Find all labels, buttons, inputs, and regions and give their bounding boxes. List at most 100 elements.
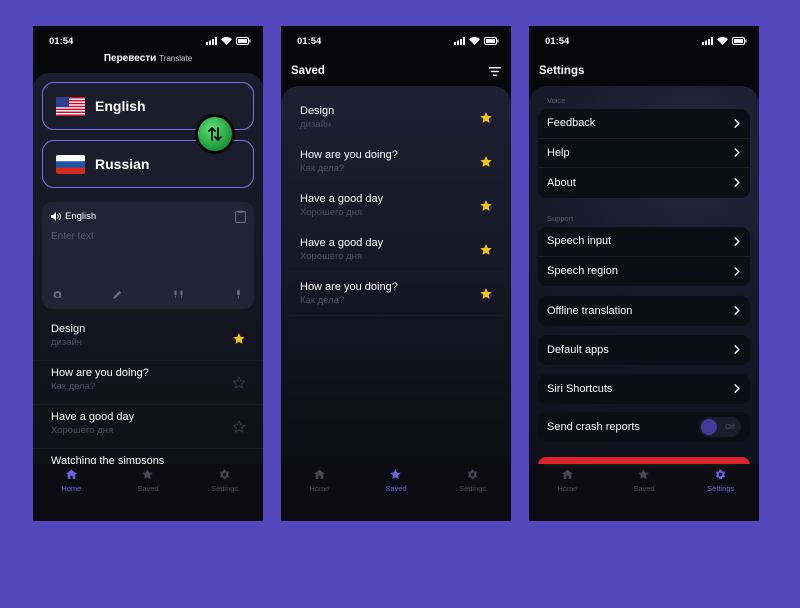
chevron-right-icon [733, 119, 741, 128]
tab-home[interactable]: Home [537, 468, 597, 521]
signal-icon [702, 37, 713, 45]
tab-settings[interactable]: Settings [443, 468, 503, 521]
star-filled-icon[interactable] [479, 155, 493, 169]
settings-card: Voice Feedback Help About Support Speech… [529, 86, 759, 464]
settings-item-about[interactable]: About [538, 168, 750, 198]
list-item[interactable]: How are you doing? Как дела? [289, 272, 503, 316]
saved-list: Design дизайн How are you doing? Как дел… [289, 96, 503, 316]
star-icon [637, 468, 650, 481]
chevron-right-icon [733, 267, 741, 276]
settings-item-speech-input[interactable]: Speech input [538, 227, 750, 257]
speaker-icon[interactable] [51, 212, 61, 221]
signal-icon [206, 37, 217, 45]
page-title: Перевести Translate [103, 53, 193, 64]
gear-icon [466, 468, 479, 481]
section-label-voice: Voice [547, 96, 566, 105]
target-language-label: Russian [95, 156, 150, 172]
settings-item-default-apps[interactable]: Default apps [538, 335, 750, 365]
settings-item-feedback[interactable]: Feedback [538, 109, 750, 139]
star-filled-icon[interactable] [479, 111, 493, 125]
clipboard-icon[interactable] [235, 210, 246, 223]
siri-group: Siri Shortcuts [538, 374, 750, 404]
signal-icon [454, 37, 465, 45]
settings-item-siri-shortcuts[interactable]: Siri Shortcuts [538, 374, 750, 404]
russia-flag-icon [56, 154, 85, 174]
page-title: Settings [539, 65, 585, 77]
section-label-support: Support [547, 214, 574, 223]
tab-saved[interactable]: Saved [614, 468, 674, 521]
voice-group: Feedback Help About [538, 109, 750, 198]
star-outline-icon[interactable] [232, 376, 246, 390]
settings-item-offline-translation[interactable]: Offline translation [538, 296, 750, 326]
settings-item-speech-region[interactable]: Speech region [538, 257, 750, 287]
star-outline-icon[interactable] [232, 420, 246, 434]
list-item[interactable]: Have a good day Хорошего дня [289, 228, 503, 272]
star-icon [141, 468, 154, 481]
microphone-icon[interactable] [233, 289, 244, 300]
wifi-icon [221, 37, 232, 45]
star-icon [389, 468, 402, 481]
status-time: 01:54 [297, 35, 322, 47]
star-filled-icon[interactable] [479, 243, 493, 257]
battery-icon [484, 37, 499, 45]
status-bar: 01:54 [281, 34, 511, 48]
battery-icon [236, 37, 251, 45]
tab-saved[interactable]: Saved [366, 468, 426, 521]
chevron-right-icon [733, 237, 741, 246]
tab-bar: Home Saved Settings [281, 464, 511, 521]
list-item[interactable]: How are you doing? Как дела? [33, 361, 263, 405]
tab-bar: Home Saved Settings [33, 464, 263, 521]
tab-home[interactable]: Home [41, 468, 101, 521]
pen-icon[interactable] [112, 289, 123, 300]
source-language-label: English [95, 98, 146, 114]
danger-button[interactable] [538, 457, 750, 464]
saved-screen: 01:54 Saved Design дизайн How are you do… [281, 26, 511, 521]
list-item[interactable]: Have a good day Хорошего дня [33, 405, 263, 449]
home-icon [313, 468, 326, 481]
camera-icon[interactable] [52, 289, 63, 300]
wifi-icon [469, 37, 480, 45]
tab-settings[interactable]: Settings [195, 468, 255, 521]
battery-icon [732, 37, 747, 45]
gear-icon [714, 468, 727, 481]
star-filled-icon[interactable] [232, 332, 246, 346]
text-input-box[interactable]: English Enter text [42, 202, 254, 309]
page-subtitle: Translate [159, 54, 193, 63]
chevron-right-icon [733, 178, 741, 187]
input-placeholder[interactable]: Enter text [51, 231, 94, 242]
swap-languages-button[interactable] [195, 114, 235, 154]
crash-reports-toggle[interactable]: Off [699, 416, 741, 437]
tab-settings[interactable]: Settings [691, 468, 751, 521]
status-time: 01:54 [49, 35, 74, 47]
status-bar: 01:54 [33, 34, 263, 48]
list-item[interactable]: Design дизайн [289, 96, 503, 140]
chevron-right-icon [733, 306, 741, 315]
list-item[interactable]: Have a good day Хорошего дня [289, 184, 503, 228]
default-apps-group: Default apps [538, 335, 750, 365]
status-time: 01:54 [545, 35, 570, 47]
wifi-icon [717, 37, 728, 45]
settings-item-crash-reports: Send crash reports Off [538, 412, 750, 442]
dual-microphone-icon[interactable] [173, 289, 184, 300]
status-bar: 01:54 [529, 34, 759, 48]
home-icon [561, 468, 574, 481]
us-flag-icon [56, 96, 85, 116]
sort-icon[interactable] [489, 66, 501, 76]
settings-screen: 01:54 Settings Voice Feedback Help About… [529, 26, 759, 521]
toggle-state-label: Off [725, 421, 735, 431]
chevron-right-icon [733, 148, 741, 157]
support-group: Speech input Speech region [538, 227, 750, 286]
home-icon [65, 468, 78, 481]
page-title: Saved [291, 65, 325, 77]
chevron-right-icon [733, 384, 741, 393]
swap-arrows-icon [208, 127, 222, 141]
settings-item-help[interactable]: Help [538, 139, 750, 168]
star-filled-icon[interactable] [479, 199, 493, 213]
list-item[interactable]: How are you doing? Как дела? [289, 140, 503, 184]
tab-home[interactable]: Home [289, 468, 349, 521]
tab-saved[interactable]: Saved [118, 468, 178, 521]
star-filled-icon[interactable] [479, 287, 493, 301]
chevron-right-icon [733, 345, 741, 354]
list-item[interactable]: Design дизайн [33, 317, 263, 361]
input-language-label: English [65, 211, 97, 222]
